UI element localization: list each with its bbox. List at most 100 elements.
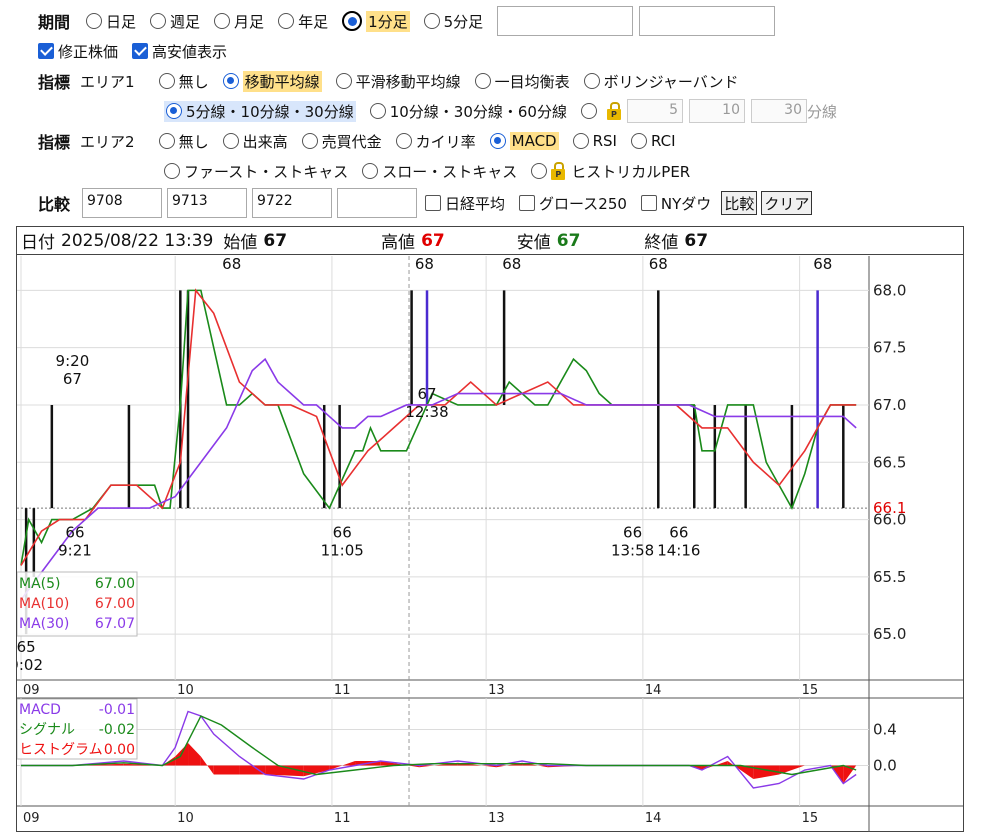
radio-icon[interactable] bbox=[214, 13, 231, 29]
x-tick-label: 11 bbox=[334, 683, 351, 698]
macd-histogram-bar bbox=[727, 761, 754, 779]
indicator2-option-none[interactable]: 無し bbox=[158, 131, 209, 152]
radio-icon[interactable] bbox=[150, 13, 167, 29]
ma-legend-value: 67.07 bbox=[95, 616, 135, 632]
macd-legend-value: -0.01 bbox=[99, 702, 135, 718]
indicator1-option-sma[interactable]: 平滑移動平均線 bbox=[335, 71, 461, 92]
indicator2-option-deviation[interactable]: カイリ率 bbox=[395, 131, 476, 152]
ma-line-1 bbox=[20, 289, 857, 566]
ma-set-option-custom[interactable] bbox=[580, 103, 601, 119]
radio-icon[interactable] bbox=[369, 103, 386, 119]
x-tick-label: 13 bbox=[488, 811, 505, 826]
indicator1-option-ma[interactable]: 移動平均線 bbox=[222, 70, 322, 92]
checkbox-checked-icon[interactable] bbox=[132, 43, 149, 59]
indicator1-option-ichimoku[interactable]: 一目均衡表 bbox=[474, 71, 570, 92]
ma-set-option-5-10-30[interactable]: 5分線・10分線・30分線 bbox=[164, 100, 356, 122]
annotation-value: 68 bbox=[502, 256, 521, 273]
radio-selected-icon[interactable] bbox=[222, 73, 239, 89]
radio-icon[interactable] bbox=[395, 133, 412, 149]
indicator2-option-slow-stoch[interactable]: スロー・ストキャス bbox=[362, 161, 517, 182]
checkbox-icon[interactable] bbox=[640, 195, 657, 211]
indicator2-option-turnover[interactable]: 売買代金 bbox=[301, 131, 382, 152]
period-option-daily[interactable]: 日足 bbox=[86, 11, 136, 32]
compare-code-input-2[interactable]: 9713 bbox=[167, 188, 248, 218]
radio-icon[interactable] bbox=[158, 73, 175, 89]
radio-icon[interactable] bbox=[531, 163, 548, 179]
radio-icon[interactable] bbox=[423, 13, 440, 29]
indicator2-option-macd[interactable]: MACD bbox=[489, 132, 559, 150]
high-label: 高値 bbox=[381, 233, 416, 253]
indicator2-option-fast-stoch[interactable]: ファースト・ストキャス bbox=[164, 161, 348, 182]
period-row: 期間 日足 週足 月足 年足 1分足 5分足 bbox=[38, 6, 776, 36]
macd-line bbox=[21, 710, 857, 789]
radio-icon[interactable] bbox=[222, 133, 239, 149]
indicator2-option-hist-per[interactable]: ヒストリカルPER bbox=[531, 161, 690, 182]
hilo-display-checkbox[interactable]: 高安値表示 bbox=[132, 41, 227, 62]
high-value: 67 bbox=[421, 230, 445, 251]
period-extra-input-2[interactable] bbox=[639, 6, 776, 36]
x-tick-label: 15 bbox=[802, 811, 819, 826]
x-tick-label: 14 bbox=[645, 811, 662, 826]
period-option-1min[interactable]: 1分足 bbox=[342, 10, 410, 32]
clear-button[interactable]: クリア bbox=[761, 191, 813, 215]
macd-legend-name: MACD bbox=[19, 702, 61, 718]
compare-code-input-4[interactable] bbox=[337, 188, 418, 218]
compare-code-input-1[interactable]: 9708 bbox=[82, 188, 163, 218]
adjusted-price-checkbox[interactable]: 修正株価 bbox=[38, 41, 118, 62]
close-value: 67 bbox=[684, 230, 709, 251]
custom-ma-input-1[interactable]: 5 bbox=[626, 99, 683, 123]
radio-selected-icon[interactable] bbox=[489, 133, 506, 149]
x-tick-label: 11 bbox=[334, 811, 351, 826]
radio-selected-icon[interactable] bbox=[342, 11, 363, 31]
indicator1-option-none[interactable]: 無し bbox=[158, 71, 209, 92]
ma-line-3 bbox=[20, 357, 857, 601]
custom-ma-input-2[interactable]: 10 bbox=[688, 99, 745, 123]
period-extra-input-1[interactable] bbox=[497, 6, 634, 36]
compare-growth250-checkbox[interactable]: グロース250 bbox=[519, 193, 627, 214]
compare-button[interactable]: 比較 bbox=[721, 191, 758, 215]
radio-icon[interactable] bbox=[164, 163, 180, 179]
y-tick-label: 65.5 bbox=[873, 568, 906, 586]
compare-code-input-3[interactable]: 9722 bbox=[252, 188, 333, 218]
radio-selected-icon[interactable] bbox=[166, 103, 182, 119]
period-option-monthly[interactable]: 月足 bbox=[214, 11, 264, 32]
premium-lock-icon bbox=[606, 102, 621, 120]
radio-icon[interactable] bbox=[630, 133, 647, 149]
radio-icon[interactable] bbox=[278, 13, 295, 29]
radio-icon[interactable] bbox=[158, 133, 175, 149]
radio-icon[interactable] bbox=[572, 133, 589, 149]
radio-icon[interactable] bbox=[474, 73, 491, 89]
period-option-weekly[interactable]: 週足 bbox=[150, 11, 200, 32]
radio-icon[interactable] bbox=[580, 103, 597, 119]
current-value-label: 66.1 bbox=[873, 499, 906, 517]
custom-ma-input-3[interactable]: 30 bbox=[750, 99, 807, 123]
annotation-value: 68 bbox=[415, 256, 434, 273]
checkbox-icon[interactable] bbox=[425, 195, 442, 211]
compare-nikkei-checkbox[interactable]: 日経平均 bbox=[425, 193, 505, 214]
ma-set-option-10-30-60[interactable]: 10分線・30分線・60分線 bbox=[369, 101, 567, 122]
annotation-value: 65 bbox=[17, 638, 36, 656]
radio-icon[interactable] bbox=[301, 133, 318, 149]
radio-icon[interactable] bbox=[362, 163, 379, 179]
indicator2-option-rci[interactable]: RCI bbox=[630, 132, 676, 150]
macd-legend-name: ヒストグラム bbox=[19, 742, 103, 758]
x-tick-label: 10 bbox=[177, 683, 194, 698]
radio-icon[interactable] bbox=[583, 73, 600, 89]
period-option-5min[interactable]: 5分足 bbox=[423, 11, 483, 32]
annotation-value: 67 bbox=[63, 370, 82, 388]
open-value: 67 bbox=[263, 230, 288, 251]
indicator2-row-2: ファースト・ストキャス スロー・ストキャス ヒストリカルPER bbox=[164, 158, 704, 184]
indicator1-option-bollinger[interactable]: ボリンジャーバンド bbox=[583, 71, 738, 92]
radio-icon[interactable] bbox=[86, 13, 103, 29]
checkbox-icon[interactable] bbox=[519, 195, 536, 211]
macd-legend-value: -0.02 bbox=[99, 722, 135, 738]
compare-nydow-checkbox[interactable]: NYダウ bbox=[640, 193, 711, 214]
macd-histogram-bar bbox=[213, 765, 240, 775]
radio-icon[interactable] bbox=[335, 73, 352, 89]
period-option-yearly[interactable]: 年足 bbox=[278, 11, 328, 32]
indicator2-option-rsi[interactable]: RSI bbox=[572, 132, 617, 150]
checkbox-checked-icon[interactable] bbox=[38, 43, 54, 59]
indicator2-option-volume[interactable]: 出来高 bbox=[222, 131, 288, 152]
annotation-value: 66 bbox=[669, 524, 688, 542]
annotation-time: 12:38 bbox=[405, 403, 448, 421]
